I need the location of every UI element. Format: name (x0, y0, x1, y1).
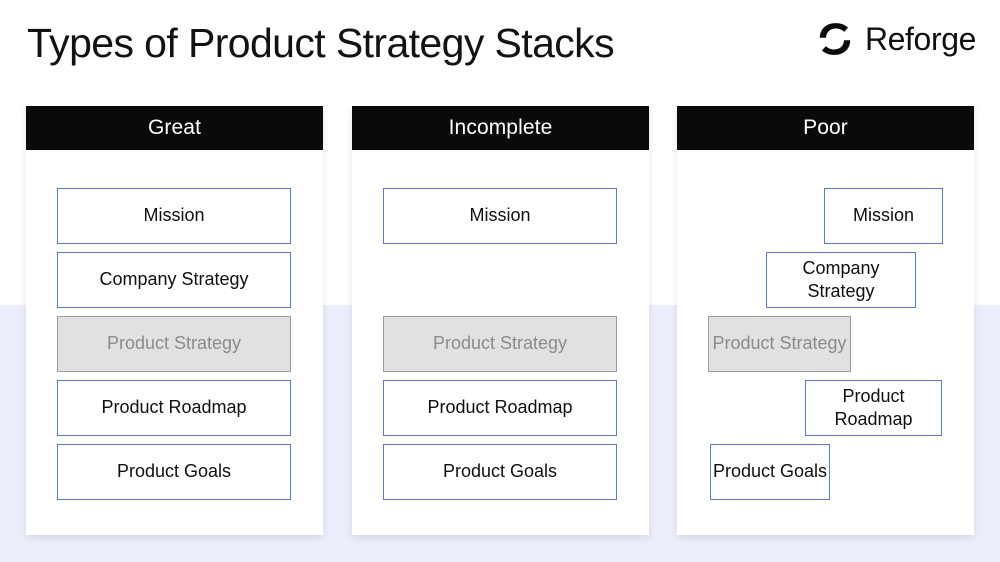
page-title: Types of Product Strategy Stacks (27, 20, 615, 66)
stack-box-product-roadmap[interactable]: Product Roadmap (805, 380, 942, 436)
reforge-logo-icon (819, 23, 851, 55)
card-body-great: Mission Company Strategy Product Strateg… (26, 150, 323, 535)
stack-box-product-goals[interactable]: Product Goals (383, 444, 617, 500)
card-header-poor: Poor (677, 106, 974, 150)
stack-box-product-strategy[interactable]: Product Strategy (57, 316, 291, 372)
stack-card-great: Great Mission Company Strategy Product S… (26, 106, 323, 535)
card-header-label: Poor (803, 116, 848, 139)
stack-box-product-goals[interactable]: Product Goals (57, 444, 291, 500)
brand-name: Reforge (864, 21, 976, 57)
stack-box-product-strategy[interactable]: Product Strategy (383, 316, 617, 372)
stack-box-product-goals[interactable]: Product Goals (710, 444, 830, 500)
card-header-incomplete: Incomplete (352, 106, 649, 150)
stack-box-company-strategy[interactable]: Company Strategy (57, 252, 291, 308)
card-header-great: Great (26, 106, 323, 150)
stack-box-product-roadmap[interactable]: Product Roadmap (57, 380, 291, 436)
stack-card-poor: Poor Mission Company Strategy Product St… (677, 106, 974, 535)
card-body-poor: Mission Company Strategy Product Strateg… (677, 150, 974, 535)
card-header-label: Incomplete (448, 116, 553, 139)
page-header: Types of Product Strategy Stacks Reforge (0, 0, 1000, 95)
brand-lockup: Reforge (817, 22, 976, 56)
stack-card-incomplete: Incomplete Mission Product Strategy Prod… (352, 106, 649, 535)
stack-box-company-strategy[interactable]: Company Strategy (766, 252, 916, 308)
stack-box-product-strategy[interactable]: Product Strategy (708, 316, 851, 372)
card-header-label: Great (147, 116, 202, 139)
stack-box-mission[interactable]: Mission (383, 188, 617, 244)
card-body-incomplete: Mission Product Strategy Product Roadmap… (352, 150, 649, 535)
stack-box-mission[interactable]: Mission (824, 188, 943, 244)
stack-box-product-roadmap[interactable]: Product Roadmap (383, 380, 617, 436)
stack-box-mission[interactable]: Mission (57, 188, 291, 244)
